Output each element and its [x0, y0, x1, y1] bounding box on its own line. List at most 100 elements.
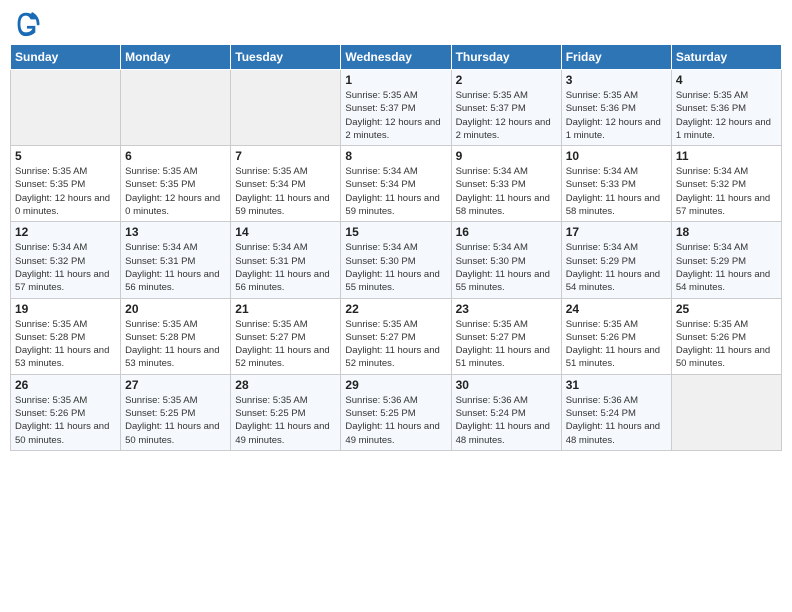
day-number: 31	[566, 378, 667, 392]
day-info: Sunrise: 5:35 AM Sunset: 5:28 PM Dayligh…	[15, 318, 116, 371]
calendar-week-1: 5 Sunrise: 5:35 AM Sunset: 5:35 PM Daylig…	[11, 146, 782, 222]
day-number: 30	[456, 378, 557, 392]
day-info: Sunrise: 5:35 AM Sunset: 5:34 PM Dayligh…	[235, 165, 336, 218]
calendar-cell: 27 Sunrise: 5:35 AM Sunset: 5:25 PM Dayli…	[121, 374, 231, 450]
day-number: 26	[15, 378, 116, 392]
calendar-cell	[121, 70, 231, 146]
calendar-cell: 18Sunrise: 5:34 AM Sunset: 5:29 PM Dayli…	[671, 222, 781, 298]
day-number: 16	[456, 225, 557, 239]
calendar-cell: 5 Sunrise: 5:35 AM Sunset: 5:35 PM Daylig…	[11, 146, 121, 222]
calendar-cell: 6 Sunrise: 5:35 AM Sunset: 5:35 PM Daylig…	[121, 146, 231, 222]
day-number: 19	[15, 302, 116, 316]
weekday-header-thursday: Thursday	[451, 45, 561, 70]
day-info: Sunrise: 5:34 AM Sunset: 5:29 PM Dayligh…	[566, 241, 667, 294]
day-info: Sunrise: 5:34 AM Sunset: 5:31 PM Dayligh…	[125, 241, 226, 294]
calendar-cell: 1 Sunrise: 5:35 AM Sunset: 5:37 PM Daylig…	[341, 70, 451, 146]
calendar-cell: 13 Sunrise: 5:34 AM Sunset: 5:31 PM Dayli…	[121, 222, 231, 298]
day-info: Sunrise: 5:36 AM Sunset: 5:24 PM Dayligh…	[566, 394, 667, 447]
day-number: 20	[125, 302, 226, 316]
day-info: Sunrise: 5:34 AM Sunset: 5:30 PM Dayligh…	[456, 241, 557, 294]
calendar-cell: 3 Sunrise: 5:35 AM Sunset: 5:36 PM Daylig…	[561, 70, 671, 146]
day-info: Sunrise: 5:35 AM Sunset: 5:25 PM Dayligh…	[235, 394, 336, 447]
day-info: Sunrise: 5:35 AM Sunset: 5:36 PM Dayligh…	[566, 89, 667, 142]
day-info: Sunrise: 5:34 AM Sunset: 5:31 PM Dayligh…	[235, 241, 336, 294]
calendar-cell: 14Sunrise: 5:34 AM Sunset: 5:31 PM Dayli…	[231, 222, 341, 298]
calendar-cell: 19 Sunrise: 5:35 AM Sunset: 5:28 PM Dayli…	[11, 298, 121, 374]
day-number: 8	[345, 149, 446, 163]
calendar-cell: 20 Sunrise: 5:35 AM Sunset: 5:28 PM Dayli…	[121, 298, 231, 374]
day-info: Sunrise: 5:36 AM Sunset: 5:25 PM Dayligh…	[345, 394, 446, 447]
day-number: 6	[125, 149, 226, 163]
day-info: Sunrise: 5:34 AM Sunset: 5:33 PM Dayligh…	[456, 165, 557, 218]
calendar-week-2: 12Sunrise: 5:34 AM Sunset: 5:32 PM Dayli…	[11, 222, 782, 298]
day-number: 27	[125, 378, 226, 392]
day-number: 10	[566, 149, 667, 163]
logo	[10, 10, 42, 38]
calendar-cell: 2 Sunrise: 5:35 AM Sunset: 5:37 PM Daylig…	[451, 70, 561, 146]
day-info: Sunrise: 5:35 AM Sunset: 5:26 PM Dayligh…	[566, 318, 667, 371]
calendar-cell: 28 Sunrise: 5:35 AM Sunset: 5:25 PM Dayli…	[231, 374, 341, 450]
weekday-header-saturday: Saturday	[671, 45, 781, 70]
day-info: Sunrise: 5:34 AM Sunset: 5:33 PM Dayligh…	[566, 165, 667, 218]
day-number: 25	[676, 302, 777, 316]
day-info: Sunrise: 5:35 AM Sunset: 5:37 PM Dayligh…	[456, 89, 557, 142]
day-number: 15	[345, 225, 446, 239]
day-info: Sunrise: 5:35 AM Sunset: 5:26 PM Dayligh…	[676, 318, 777, 371]
day-info: Sunrise: 5:36 AM Sunset: 5:24 PM Dayligh…	[456, 394, 557, 447]
calendar-cell	[671, 374, 781, 450]
calendar-cell: 21Sunrise: 5:35 AM Sunset: 5:27 PM Dayli…	[231, 298, 341, 374]
calendar-cell: 22 Sunrise: 5:35 AM Sunset: 5:27 PM Dayli…	[341, 298, 451, 374]
day-number: 4	[676, 73, 777, 87]
calendar-cell: 31 Sunrise: 5:36 AM Sunset: 5:24 PM Dayli…	[561, 374, 671, 450]
day-info: Sunrise: 5:34 AM Sunset: 5:30 PM Dayligh…	[345, 241, 446, 294]
calendar-body: 1 Sunrise: 5:35 AM Sunset: 5:37 PM Daylig…	[11, 70, 782, 451]
day-info: Sunrise: 5:35 AM Sunset: 5:35 PM Dayligh…	[125, 165, 226, 218]
logo-icon	[12, 10, 40, 38]
weekday-header-tuesday: Tuesday	[231, 45, 341, 70]
calendar-cell: 25 Sunrise: 5:35 AM Sunset: 5:26 PM Dayli…	[671, 298, 781, 374]
day-info: Sunrise: 5:34 AM Sunset: 5:32 PM Dayligh…	[676, 165, 777, 218]
calendar-cell: 9Sunrise: 5:34 AM Sunset: 5:33 PM Daylig…	[451, 146, 561, 222]
weekday-header-row: SundayMondayTuesdayWednesdayThursdayFrid…	[11, 45, 782, 70]
calendar-cell: 23Sunrise: 5:35 AM Sunset: 5:27 PM Dayli…	[451, 298, 561, 374]
calendar-cell: 4 Sunrise: 5:35 AM Sunset: 5:36 PM Daylig…	[671, 70, 781, 146]
calendar-cell: 7 Sunrise: 5:35 AM Sunset: 5:34 PM Daylig…	[231, 146, 341, 222]
day-number: 7	[235, 149, 336, 163]
calendar-cell: 11 Sunrise: 5:34 AM Sunset: 5:32 PM Dayli…	[671, 146, 781, 222]
calendar-cell: 16 Sunrise: 5:34 AM Sunset: 5:30 PM Dayli…	[451, 222, 561, 298]
calendar-cell: 24 Sunrise: 5:35 AM Sunset: 5:26 PM Dayli…	[561, 298, 671, 374]
page-header	[10, 10, 782, 38]
day-number: 12	[15, 225, 116, 239]
day-number: 13	[125, 225, 226, 239]
day-number: 23	[456, 302, 557, 316]
weekday-header-monday: Monday	[121, 45, 231, 70]
weekday-header-friday: Friday	[561, 45, 671, 70]
calendar-cell	[11, 70, 121, 146]
day-number: 1	[345, 73, 446, 87]
day-number: 24	[566, 302, 667, 316]
day-number: 5	[15, 149, 116, 163]
day-number: 18	[676, 225, 777, 239]
calendar-cell: 10 Sunrise: 5:34 AM Sunset: 5:33 PM Dayli…	[561, 146, 671, 222]
calendar-cell: 30 Sunrise: 5:36 AM Sunset: 5:24 PM Dayli…	[451, 374, 561, 450]
calendar-cell: 12Sunrise: 5:34 AM Sunset: 5:32 PM Dayli…	[11, 222, 121, 298]
day-info: Sunrise: 5:34 AM Sunset: 5:34 PM Dayligh…	[345, 165, 446, 218]
day-number: 3	[566, 73, 667, 87]
weekday-header-sunday: Sunday	[11, 45, 121, 70]
day-number: 2	[456, 73, 557, 87]
day-info: Sunrise: 5:35 AM Sunset: 5:28 PM Dayligh…	[125, 318, 226, 371]
day-number: 28	[235, 378, 336, 392]
calendar-week-4: 26 Sunrise: 5:35 AM Sunset: 5:26 PM Dayli…	[11, 374, 782, 450]
weekday-header-wednesday: Wednesday	[341, 45, 451, 70]
day-number: 11	[676, 149, 777, 163]
day-number: 22	[345, 302, 446, 316]
day-info: Sunrise: 5:35 AM Sunset: 5:35 PM Dayligh…	[15, 165, 116, 218]
calendar-cell: 15 Sunrise: 5:34 AM Sunset: 5:30 PM Dayli…	[341, 222, 451, 298]
day-number: 29	[345, 378, 446, 392]
day-info: Sunrise: 5:35 AM Sunset: 5:27 PM Dayligh…	[345, 318, 446, 371]
day-info: Sunrise: 5:35 AM Sunset: 5:36 PM Dayligh…	[676, 89, 777, 142]
day-info: Sunrise: 5:35 AM Sunset: 5:37 PM Dayligh…	[345, 89, 446, 142]
calendar-cell: 29 Sunrise: 5:36 AM Sunset: 5:25 PM Dayli…	[341, 374, 451, 450]
day-info: Sunrise: 5:35 AM Sunset: 5:25 PM Dayligh…	[125, 394, 226, 447]
day-info: Sunrise: 5:35 AM Sunset: 5:26 PM Dayligh…	[15, 394, 116, 447]
